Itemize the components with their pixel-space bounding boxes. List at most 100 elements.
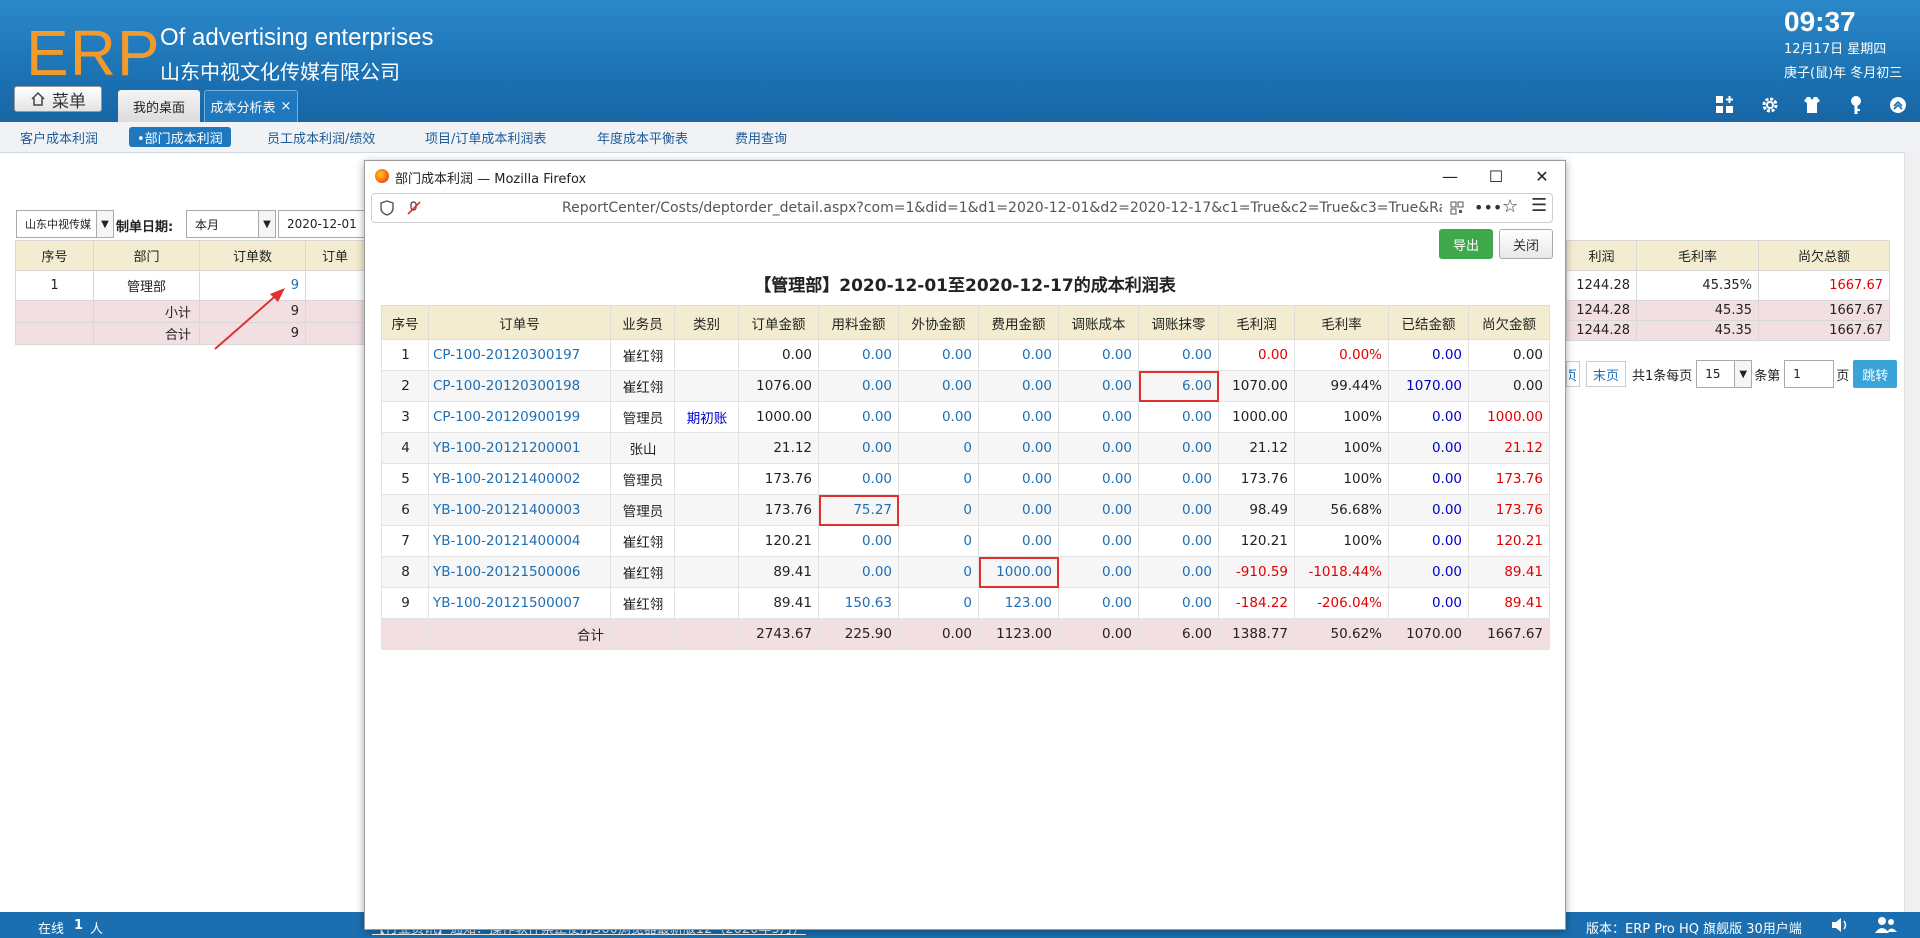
company-select[interactable]: 山东中视传媒 ▼ [16,210,114,238]
users-icon[interactable] [1874,915,1898,935]
url-bar[interactable]: ReportCenter/Costs/deptorder_detail.aspx… [371,193,1553,223]
cell-material[interactable]: 0.00 [818,339,899,371]
subnav-dept-cost[interactable]: •部门成本利润 [129,127,231,147]
cell-expense[interactable]: 0.00 [978,463,1059,495]
period-select[interactable]: 本月 ▼ [186,210,276,238]
cell-expense[interactable]: 0.00 [978,432,1059,464]
maximize-icon[interactable]: ☐ [1481,165,1511,187]
cell-adj_round[interactable]: 6.00 [1138,370,1219,402]
cell-rate: -206.04% [1294,587,1389,619]
cell-outsource[interactable]: 0 [898,556,979,588]
cell-material[interactable]: 0.00 [818,370,899,402]
star-icon[interactable]: ☆ [1502,196,1518,217]
cell-material[interactable]: 0.00 [818,401,899,433]
key-icon[interactable] [1845,94,1867,116]
page-scrollbar[interactable] [1904,152,1920,912]
order-link[interactable]: YB-100-20121500007 [428,587,611,619]
cell-outsource[interactable]: 0.00 [898,401,979,433]
cell-outsource[interactable]: 0.00 [898,339,979,371]
tab-my-desktop[interactable]: 我的桌面 [118,90,200,122]
order-link[interactable]: CP-100-20120300197 [428,339,611,371]
cell-expense[interactable]: 0.00 [978,494,1059,526]
order-link[interactable]: YB-100-20121500006 [428,556,611,588]
cell-adj_cost[interactable]: 0.00 [1058,339,1139,371]
cell-outsource[interactable]: 0.00 [898,370,979,402]
cell-adj_cost[interactable]: 0.00 [1058,587,1139,619]
start-date-input[interactable]: 2020-12-01 [278,210,368,238]
cell-expense[interactable]: 123.00 [978,587,1059,619]
order-link[interactable]: YB-100-20121400003 [428,494,611,526]
mic-off-icon[interactable] [406,200,422,216]
subnav-expense-query[interactable]: 费用查询 [735,127,787,147]
cell-material[interactable]: 0.00 [818,463,899,495]
cell-material[interactable]: 150.63 [818,587,899,619]
popup-titlebar[interactable]: 部门成本利润 — Mozilla Firefox — ☐ ✕ [365,161,1565,191]
cell-adj_round[interactable]: 0.00 [1138,494,1219,526]
more-icon[interactable]: ••• [1474,198,1502,217]
subnav-project-cost[interactable]: 项目/订单成本利润表 [425,127,546,147]
subnav-staff-cost[interactable]: 员工成本利润/绩效 [267,127,375,147]
cell-profit: 98.49 [1218,494,1295,526]
cell-adj_round[interactable]: 0.00 [1138,432,1219,464]
cell-adj_round[interactable]: 0.00 [1138,401,1219,433]
cell-expense[interactable]: 0.00 [978,525,1059,557]
tab-close-icon[interactable]: × [281,99,292,114]
minimize-icon[interactable]: — [1435,165,1465,187]
cell-adj_round[interactable]: 0.00 [1138,556,1219,588]
tab-cost-analysis[interactable]: 成本分析表 × [204,90,298,122]
close-window-icon[interactable]: ✕ [1527,165,1557,187]
cell-adj_round[interactable]: 0.00 [1138,525,1219,557]
export-button[interactable]: 导出 [1439,229,1493,259]
collapse-icon[interactable] [1887,94,1909,116]
table-row: 8 YB-100-20121500006 崔红翎 89.41 0.00 0 1000.00 0… [381,556,1550,588]
page-size-select[interactable]: 15 ▼ [1696,360,1753,388]
subnav-customer-cost[interactable]: 客户成本利润 [20,127,98,147]
cell-adj_round[interactable]: 0.00 [1138,339,1219,371]
pager-first-button[interactable]: 首页 [1566,361,1580,387]
url-text[interactable]: ReportCenter/Costs/deptorder_detail.aspx… [562,200,1442,216]
shield-icon[interactable] [380,200,394,216]
cell-adj_round[interactable]: 0.00 [1138,587,1219,619]
cell-adj_cost[interactable]: 0.00 [1058,432,1139,464]
close-button[interactable]: 关闭 [1499,229,1553,259]
cell-outsource[interactable]: 0 [898,525,979,557]
cell-adj_cost[interactable]: 0.00 [1058,401,1139,433]
cell-expense[interactable]: 1000.00 [978,556,1059,588]
cell-adj_round[interactable]: 0.00 [1138,463,1219,495]
speaker-icon[interactable] [1830,916,1850,934]
order-link[interactable]: YB-100-20121400002 [428,463,611,495]
order-link[interactable]: YB-100-20121200001 [428,432,611,464]
order-link[interactable]: CP-100-20120300198 [428,370,611,402]
cell-outsource[interactable]: 0 [898,432,979,464]
grid-add-icon[interactable] [1714,94,1736,116]
cell-expense[interactable]: 0.00 [978,370,1059,402]
order-link[interactable]: CP-100-20120900199 [428,401,611,433]
cell-outsource[interactable]: 0 [898,587,979,619]
gear-icon[interactable] [1759,94,1781,116]
cell-adj_cost[interactable]: 0.00 [1058,370,1139,402]
cell-adj_cost[interactable]: 0.00 [1058,525,1139,557]
subnav-annual-balance[interactable]: 年度成本平衡表 [597,127,688,147]
page-number-input[interactable]: 1 [1784,360,1835,388]
qr-icon[interactable] [1450,201,1464,215]
pager-last-button[interactable]: 末页 [1586,361,1626,387]
cell-adj_cost[interactable]: 0.00 [1058,463,1139,495]
cell-material[interactable]: 0.00 [818,432,899,464]
cell-material[interactable]: 0.00 [818,525,899,557]
cell-outsource[interactable]: 0 [898,463,979,495]
cell-material[interactable]: 0.00 [818,556,899,588]
cell-adj_cost[interactable]: 0.00 [1058,556,1139,588]
cell-settled: 0.00 [1388,463,1469,495]
cell-expense[interactable]: 0.00 [978,339,1059,371]
menu-button[interactable]: 菜单 [14,86,102,112]
hamburger-icon[interactable]: ☰ [1531,195,1547,216]
cell-material[interactable]: 75.27 [818,494,899,526]
cell-expense[interactable]: 0.00 [978,401,1059,433]
cell-adj_cost[interactable]: 0.00 [1058,494,1139,526]
col-header: 部门 [93,240,200,271]
shirt-icon[interactable] [1801,94,1823,116]
order-link[interactable]: YB-100-20121400004 [428,525,611,557]
cell-type: 期初账 [674,401,739,433]
cell-outsource[interactable]: 0 [898,494,979,526]
jump-button[interactable]: 跳转 [1853,360,1898,388]
